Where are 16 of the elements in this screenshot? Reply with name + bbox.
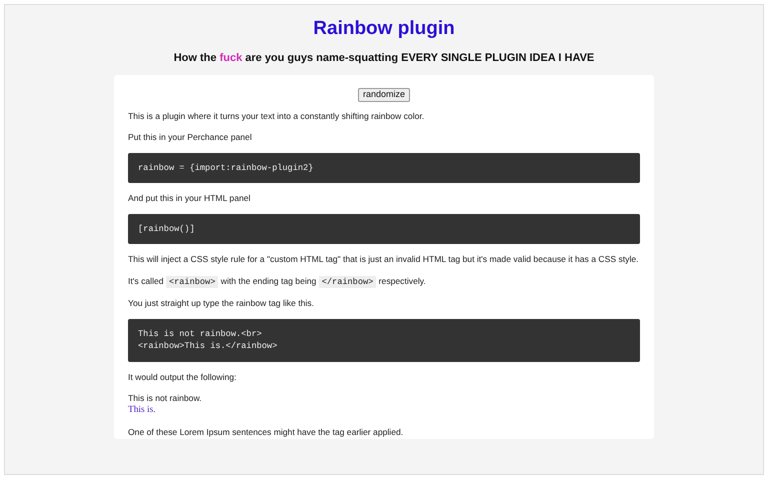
paragraph: And put this in your HTML panel: [128, 192, 252, 205]
paragraph: One of these Lorem Ipsum sentences might have the tag earlier applied.: [128, 426, 404, 438]
paragraph: This is a plugin where it turns your text into a constantly shifting rainbow color.: [128, 110, 426, 122]
paragraph: Put this in your Perchance panel: [128, 131, 253, 144]
code-block: This is not rainbow.<br> <rainbow>This is.</rainbow>: [128, 318, 640, 362]
paragraph: You just straight up type the rainbow tag like this.: [128, 297, 315, 310]
paragraph: It would output the following:: [128, 370, 238, 383]
page-title: Rainbow plugin: [313, 18, 455, 39]
paragraph: It's called <rainbow> with the ending tag being </rainbow> respectively.: [128, 274, 427, 288]
code-block: rainbow = {import:rainbow-plugin2}: [128, 152, 640, 184]
randomize-button[interactable]: randomize: [358, 88, 410, 102]
output-line: This is.: [128, 404, 157, 418]
code-block: [rainbow()]: [128, 214, 640, 244]
output-line: This is not rainbow.: [128, 392, 203, 404]
paragraph: This will inject a CSS style rule for a "custom HTML tag" that is just an invalid HTML tag but it's made valid because it has a CSS style.: [128, 253, 640, 266]
page-subtitle: How the fuck are you guys name-squatting EVERY SINGLE PLUGIN IDEA I HAVE: [174, 50, 594, 66]
